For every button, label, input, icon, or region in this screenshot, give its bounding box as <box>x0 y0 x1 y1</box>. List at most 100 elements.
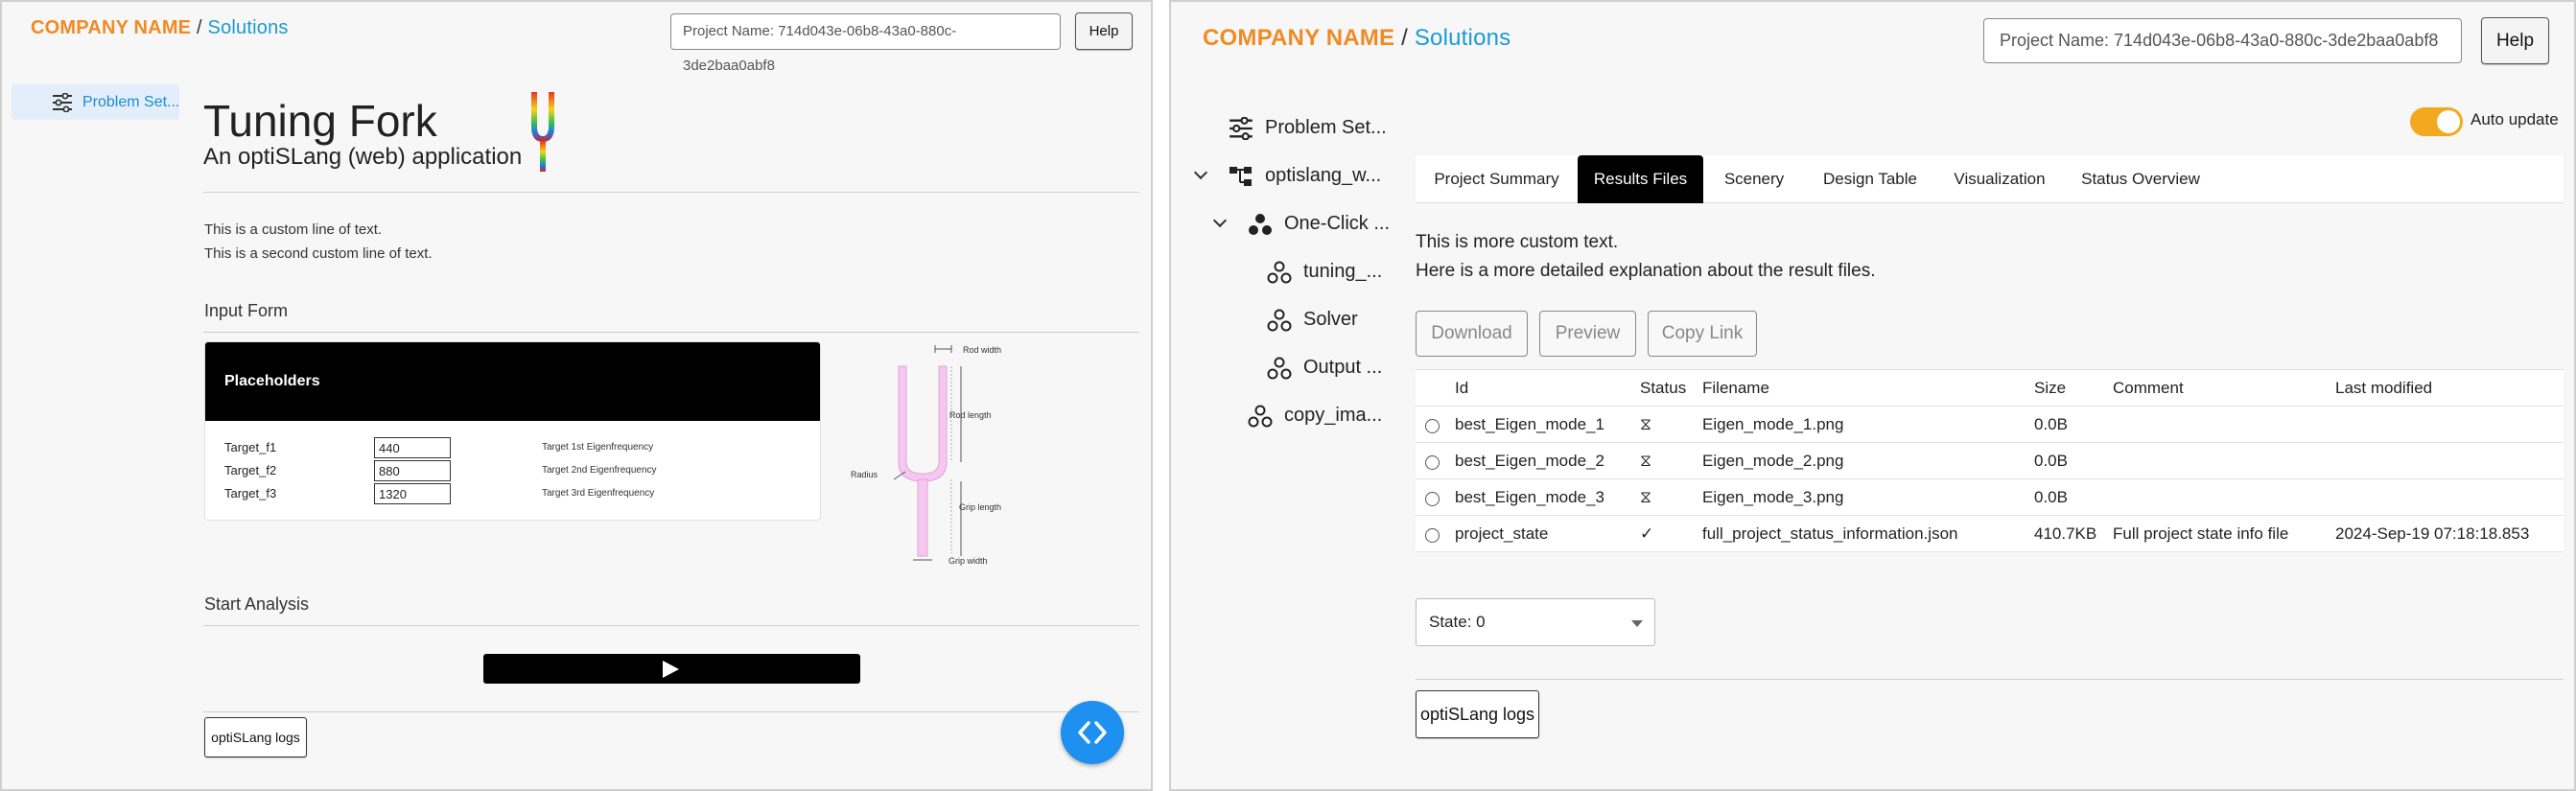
chevron-down-icon[interactable] <box>1193 165 1208 180</box>
nodes-filled-icon <box>1249 214 1272 235</box>
table-row[interactable]: best_Eigen_mode_1 ⧖ Eigen_mode_1.png 0.0… <box>1416 407 2564 443</box>
breadcrumb-separator: / <box>1401 25 1408 51</box>
start-analysis-heading: Start Analysis <box>204 594 310 614</box>
toggle-knob <box>2437 110 2460 133</box>
placeholder-description: Target 2nd Eigenfrequency <box>542 465 657 476</box>
column-header-status[interactable]: Status <box>1640 370 1686 407</box>
tab-visualization[interactable]: Visualization <box>1935 155 2064 203</box>
placeholder-row: Target_f2 Target 2nd Eigenfrequency <box>224 460 809 481</box>
breadcrumb-separator: / <box>197 17 202 38</box>
column-header-size[interactable]: Size <box>2034 370 2066 407</box>
tree-item-output[interactable]: Output ... <box>1267 357 1411 382</box>
tree-item-copy-images[interactable]: copy_ima... <box>1248 405 1411 430</box>
divider <box>203 192 1139 193</box>
brand-breadcrumb: COMPANY NAME / Solutions <box>1203 25 1510 52</box>
column-header-comment[interactable]: Comment <box>2113 370 2184 407</box>
divider <box>203 711 1139 712</box>
tab-results-files[interactable]: Results Files <box>1578 155 1703 203</box>
code-toggle-button[interactable] <box>1061 701 1124 764</box>
code-icon <box>1078 721 1107 744</box>
column-header-id[interactable]: Id <box>1455 370 1468 407</box>
table-row[interactable]: best_Eigen_mode_3 ⧖ Eigen_mode_3.png 0.0… <box>1416 479 2564 516</box>
tree-item-optislang-workflow[interactable]: optislang_w... <box>1229 165 1401 190</box>
cell-id: best_Eigen_mode_2 <box>1455 452 1604 470</box>
preview-button[interactable]: Preview <box>1539 311 1636 357</box>
cell-id: best_Eigen_mode_3 <box>1455 488 1604 506</box>
row-select-radio[interactable] <box>1425 455 1440 470</box>
rod-width-label: Rod width <box>963 345 1001 355</box>
tree-item-label: optislang_w... <box>1265 165 1382 186</box>
company-name: COMPANY NAME <box>31 17 192 38</box>
copy-link-button[interactable]: Copy Link <box>1648 311 1757 357</box>
help-button[interactable]: Help <box>2481 17 2549 64</box>
right-app-window: COMPANY NAME / Solutions Project Name: 7… <box>1169 0 2576 791</box>
tree-item-tuning[interactable]: tuning_... <box>1267 261 1411 286</box>
tree-item-label: Output ... <box>1303 357 1383 378</box>
company-name: COMPANY NAME <box>1203 25 1395 51</box>
column-header-filename[interactable]: Filename <box>1702 370 1769 407</box>
tab-status-overview[interactable]: Status Overview <box>2064 155 2217 203</box>
cell-filename: Eigen_mode_3.png <box>1702 488 1844 506</box>
table-row[interactable]: best_Eigen_mode_2 ⧖ Eigen_mode_2.png 0.0… <box>1416 443 2564 479</box>
cell-filename: Eigen_mode_1.png <box>1702 415 1844 433</box>
tuning-fork-diagram: Rod width Rod length Radius Grip length … <box>851 345 1001 566</box>
left-app-window: COMPANY NAME / Solutions Project Name: 7… <box>0 0 1153 791</box>
divider <box>203 625 1139 626</box>
start-analysis-button[interactable] <box>483 654 860 684</box>
project-name-field[interactable]: Project Name: 714d043e-06b8-43a0-880c-3d… <box>1983 18 2462 63</box>
row-select-radio[interactable] <box>1425 419 1440 433</box>
target-f1-input[interactable] <box>374 437 451 458</box>
breadcrumb-solutions-link[interactable]: Solutions <box>208 17 289 38</box>
nodes-outline-icon <box>1267 309 1292 332</box>
hourglass-icon: ⧖ <box>1640 415 1651 433</box>
cell-filename: full_project_status_information.json <box>1702 524 1958 543</box>
breadcrumb-solutions-link[interactable]: Solutions <box>1415 25 1511 51</box>
hourglass-icon: ⧖ <box>1640 452 1651 470</box>
tree-item-label: One-Click ... <box>1284 213 1391 234</box>
tab-scenery[interactable]: Scenery <box>1703 155 1805 203</box>
column-header-last-modified[interactable]: Last modified <box>2335 370 2432 407</box>
tab-bar: Project Summary Results Files Scenery De… <box>1416 155 2564 203</box>
state-dropdown[interactable]: State: 0 <box>1416 598 1655 646</box>
placeholder-name: Target_f1 <box>224 440 277 454</box>
row-select-radio[interactable] <box>1425 528 1440 543</box>
cell-size: 410.7KB <box>2034 524 2097 543</box>
row-select-radio[interactable] <box>1425 492 1440 506</box>
hierarchy-icon <box>1229 167 1252 186</box>
placeholders-card: Placeholders Target_f1 Target 1st Eigenf… <box>204 341 821 521</box>
table-row[interactable]: project_state ✓ full_project_status_info… <box>1416 516 2564 552</box>
tab-design-table[interactable]: Design Table <box>1805 155 1935 203</box>
auto-update-toggle[interactable] <box>2410 107 2463 136</box>
tree-item-solver[interactable]: Solver <box>1267 309 1411 334</box>
cell-size: 0.0B <box>2034 415 2068 433</box>
tree-item-one-click[interactable]: One-Click ... <box>1248 213 1411 238</box>
grip-length-label: Grip length <box>959 502 1001 512</box>
optislang-logs-button[interactable]: optiSLang logs <box>204 717 307 757</box>
sidebar-item-problem-setup[interactable]: Problem Set... <box>12 84 179 120</box>
target-f3-input[interactable] <box>374 483 451 504</box>
cell-filename: Eigen_mode_2.png <box>1702 452 1844 470</box>
page-title: Tuning Fork <box>203 96 437 146</box>
project-name-field[interactable]: Project Name: 714d043e-06b8-43a0-880c-3d… <box>670 13 1061 74</box>
help-button[interactable]: Help <box>1075 12 1133 50</box>
chevron-down-icon[interactable] <box>1212 213 1228 228</box>
target-f2-input[interactable] <box>374 460 451 481</box>
optislang-logs-button[interactable]: optiSLang logs <box>1416 690 1539 738</box>
auto-update-label: Auto update <box>2471 110 2559 128</box>
caret-down-icon <box>1631 620 1643 627</box>
tree-item-problem-setup[interactable]: Problem Set... <box>1229 117 1401 142</box>
divider <box>1416 679 2564 680</box>
tab-project-summary[interactable]: Project Summary <box>1416 155 1578 203</box>
state-dropdown-value: State: 0 <box>1429 613 1486 631</box>
grip-width-label: Grip width <box>948 556 988 566</box>
cell-id: best_Eigen_mode_1 <box>1455 415 1604 433</box>
brand-breadcrumb: COMPANY NAME / Solutions <box>31 17 289 39</box>
nodes-outline-icon <box>1267 261 1292 284</box>
custom-text-line-1: This is a custom line of text. <box>204 221 383 238</box>
tree-item-label: Solver <box>1303 309 1358 330</box>
download-button[interactable]: Download <box>1416 311 1528 357</box>
table-header-row: Id Status Filename Size Comment Last mod… <box>1416 370 2564 407</box>
input-form-heading: Input Form <box>204 301 289 320</box>
page-subtitle: An optiSLang (web) application <box>203 144 523 170</box>
cell-last-modified: 2024-Sep-19 07:18:18.853 <box>2335 524 2530 543</box>
